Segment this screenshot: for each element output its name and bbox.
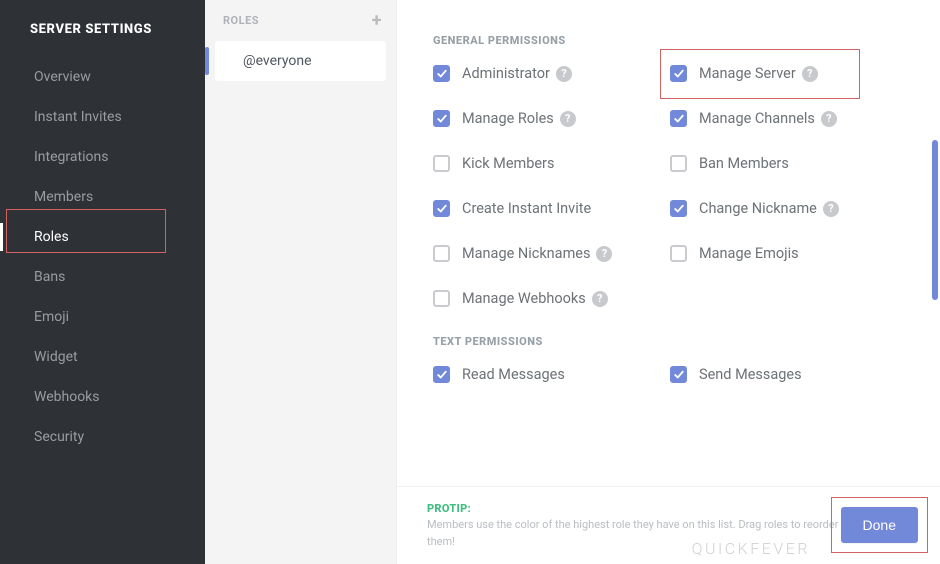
permission-label: Administrator [462, 65, 550, 82]
permission-kick-members: Kick Members [433, 155, 658, 172]
permission-label: Change Nickname [699, 200, 817, 217]
protip: PROTIP: Members use the color of the hig… [427, 501, 841, 551]
help-icon[interactable]: ? [592, 291, 608, 307]
permission-ban-members: Ban Members [670, 155, 895, 172]
help-icon[interactable]: ? [556, 66, 572, 82]
permission-label: Kick Members [462, 155, 554, 172]
permission-label: Ban Members [699, 155, 789, 172]
permission-label: Manage Nicknames [462, 245, 590, 262]
permission-checkbox[interactable] [670, 155, 687, 172]
permission-label: Manage Channels [699, 110, 815, 127]
help-icon[interactable]: ? [823, 201, 839, 217]
sidebar-item-integrations[interactable]: Integrations [0, 137, 205, 177]
sidebar-item-instant-invites[interactable]: Instant Invites [0, 97, 205, 137]
add-role-icon[interactable]: + [372, 15, 382, 27]
permission-label: Manage Emojis [699, 245, 799, 262]
app-root: SERVER SETTINGS OverviewInstant InvitesI… [0, 0, 940, 564]
permissions-section-header: TEXT PERMISSIONS [433, 335, 912, 348]
permission-checkbox[interactable] [433, 245, 450, 262]
permission-manage-server: Manage Server? [670, 65, 895, 82]
permission-change-nickname: Change Nickname? [670, 200, 895, 217]
permission-create-instant-invite: Create Instant Invite [433, 200, 658, 217]
protip-tag: PROTIP: [427, 502, 471, 515]
main-panel: GENERAL PERMISSIONSAdministrator?Manage … [397, 0, 940, 564]
footer: PROTIP: Members use the color of the hig… [397, 486, 940, 564]
permission-label: Manage Webhooks [462, 290, 586, 307]
sidebar-item-members[interactable]: Members [0, 177, 205, 217]
permission-manage-webhooks: Manage Webhooks? [433, 290, 658, 307]
sidebar-item-security[interactable]: Security [0, 417, 205, 457]
sidebar-item-emoji[interactable]: Emoji [0, 297, 205, 337]
permission-send-messages: Send Messages [670, 366, 895, 383]
permission-checkbox[interactable] [433, 200, 450, 217]
permission-manage-channels: Manage Channels? [670, 110, 895, 127]
permission-checkbox[interactable] [670, 65, 687, 82]
sidebar-title: SERVER SETTINGS [30, 22, 205, 37]
roles-list: @everyone [205, 37, 396, 85]
help-icon[interactable]: ? [821, 111, 837, 127]
permission-read-messages: Read Messages [433, 366, 658, 383]
sidebar-item-overview[interactable]: Overview [0, 57, 205, 97]
permission-manage-roles: Manage Roles? [433, 110, 658, 127]
roles-header-label: ROLES [223, 14, 259, 27]
protip-text: Members use the color of the highest rol… [427, 518, 838, 548]
permission-checkbox[interactable] [670, 245, 687, 262]
done-button[interactable]: Done [841, 507, 918, 543]
permission-label: Manage Server [699, 65, 796, 82]
roles-header: ROLES + [205, 0, 396, 37]
permission-checkbox[interactable] [670, 110, 687, 127]
permission-checkbox[interactable] [433, 110, 450, 127]
sidebar-items: OverviewInstant InvitesIntegrationsMembe… [0, 57, 205, 457]
permission-manage-emojis: Manage Emojis [670, 245, 895, 262]
permissions-section-header: GENERAL PERMISSIONS [433, 34, 912, 47]
sidebar-item-roles[interactable]: Roles [0, 217, 205, 257]
permission-administrator: Administrator? [433, 65, 658, 82]
sidebar-item-bans[interactable]: Bans [0, 257, 205, 297]
scrollbar-thumb[interactable] [932, 140, 938, 300]
done-wrap: Done [841, 507, 918, 543]
role-item[interactable]: @everyone [215, 41, 386, 81]
permission-checkbox[interactable] [433, 366, 450, 383]
permission-manage-nicknames: Manage Nicknames? [433, 245, 658, 262]
permission-checkbox[interactable] [670, 200, 687, 217]
sidebar-item-webhooks[interactable]: Webhooks [0, 377, 205, 417]
permissions-grid: Administrator?Manage Server?Manage Roles… [433, 65, 912, 307]
permission-checkbox[interactable] [433, 155, 450, 172]
permissions-grid: Read Messages Send Messages [433, 366, 912, 383]
sidebar-item-widget[interactable]: Widget [0, 337, 205, 377]
permission-checkbox[interactable] [433, 65, 450, 82]
permission-checkbox[interactable] [433, 290, 450, 307]
permission-label: Manage Roles [462, 110, 554, 127]
roles-column: ROLES + @everyone [205, 0, 397, 564]
help-icon[interactable]: ? [802, 66, 818, 82]
permission-label: Send Messages [699, 366, 802, 383]
permission-checkbox[interactable] [670, 366, 687, 383]
help-icon[interactable]: ? [560, 111, 576, 127]
help-icon[interactable]: ? [596, 246, 612, 262]
permission-label: Create Instant Invite [462, 200, 591, 217]
permissions-scroll[interactable]: GENERAL PERMISSIONSAdministrator?Manage … [397, 0, 940, 486]
sidebar: SERVER SETTINGS OverviewInstant InvitesI… [0, 0, 205, 564]
permission-label: Read Messages [462, 366, 565, 383]
